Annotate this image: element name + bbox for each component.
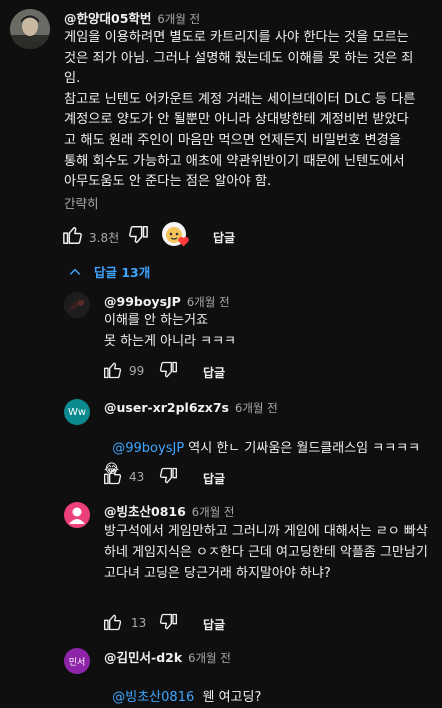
avatar[interactable] (64, 292, 90, 318)
reply-button[interactable]: 답글 (213, 229, 235, 246)
avatar-initials: 민서 (68, 657, 86, 668)
avatar[interactable] (10, 9, 50, 49)
creator-heart-icon (178, 236, 189, 247)
timestamp[interactable]: 6개월 전 (157, 12, 200, 26)
dislike-button[interactable] (158, 612, 178, 636)
reply-header: @user-xr2pl6zx7s 6개월 전 (104, 397, 278, 416)
thumbs-down-icon (159, 361, 177, 378)
avatar[interactable] (64, 502, 90, 528)
reply-text: @99boysJP 역시 한ㄴ 기싸움은 월드클래스임 ㅋㅋㅋㅋ 😂 (104, 417, 424, 480)
reply-button[interactable]: 답글 (203, 616, 225, 633)
reply-header: @김민서-d2k 6개월 전 (104, 647, 231, 666)
author-handle[interactable]: @빙초산0816 (104, 504, 186, 519)
comment-header: @한양대05학번 6개월 전 (64, 8, 200, 27)
comment-text: 게임을 이용하려면 별도로 카트리지를 사야 한다는 것을 모르는 것은 죄가 … (64, 30, 416, 190)
reply-text: 이해를 안 하는거죠 못 하는게 아니라 ㅋㅋㅋ (104, 313, 236, 349)
thumbs-up-icon (63, 226, 82, 244)
avatar-image (64, 292, 90, 318)
author-handle[interactable]: @user-xr2pl6zx7s (104, 400, 229, 415)
thumbs-up-icon (104, 614, 122, 631)
dislike-button[interactable] (158, 360, 178, 384)
avatar[interactable]: 민서 (64, 648, 90, 674)
dislike-button[interactable] (158, 466, 178, 490)
reply-header: @빙초산0816 6개월 전 (104, 501, 235, 520)
reply-text: @빙초산0816 웬 여고딩? (104, 666, 424, 708)
author-handle[interactable]: @김민서-d2k (104, 650, 182, 665)
dislike-button[interactable] (127, 224, 151, 248)
author-handle[interactable]: @99boysJP (104, 294, 181, 309)
thumbs-up-icon (104, 362, 122, 379)
thumbs-down-icon (159, 467, 177, 484)
like-count: 3.8천 (89, 231, 120, 245)
reply-text: 방구석에서 게임만하고 그러니까 게임에 대해서는 ㄹㅇ 빠삭하네 게임지식은 … (104, 524, 428, 581)
avatar[interactable]: Ww (64, 399, 90, 425)
reply-button[interactable]: 답글 (203, 364, 225, 381)
like-button[interactable] (103, 360, 123, 384)
like-count: 99 (129, 364, 145, 378)
replies-toggle-label: 답글 13개 (94, 265, 151, 280)
timestamp[interactable]: 6개월 전 (192, 505, 235, 519)
timestamp[interactable]: 6개월 전 (188, 651, 231, 665)
reply-header: @99boysJP 6개월 전 (104, 291, 230, 310)
like-button[interactable] (103, 612, 123, 636)
like-button[interactable] (103, 466, 123, 490)
avatar-photo (10, 9, 50, 49)
creator-heart (162, 222, 190, 248)
chevron-up-icon (69, 268, 81, 275)
reply-button[interactable]: 답글 (203, 470, 225, 487)
timestamp[interactable]: 6개월 전 (187, 295, 230, 309)
timestamp[interactable]: 6개월 전 (235, 401, 278, 415)
thumbs-down-icon (159, 613, 177, 630)
read-less-button[interactable]: 간략히 (64, 193, 99, 212)
thumbs-down-icon (129, 226, 148, 244)
like-count: 43 (129, 470, 145, 484)
reply-body: 웬 여고딩? (194, 690, 262, 705)
mention-link[interactable]: @99boysJP (112, 441, 184, 456)
like-button[interactable] (62, 224, 86, 248)
replies-toggle[interactable]: 답글 13개 (68, 262, 150, 281)
avatar-initials: Ww (67, 406, 87, 418)
like-count: 13 (131, 616, 147, 630)
person-icon (69, 507, 85, 524)
author-handle[interactable]: @한양대05학번 (64, 11, 151, 26)
thumbs-up-icon (104, 468, 122, 485)
mention-link[interactable]: @빙초산0816 (112, 690, 194, 705)
